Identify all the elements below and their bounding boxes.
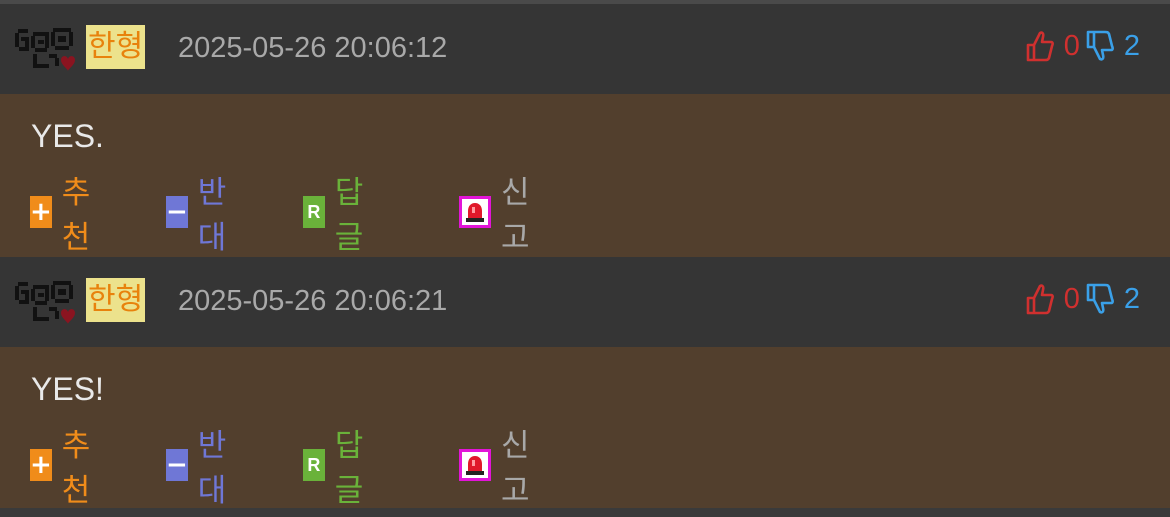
- reply-button[interactable]: R 답글: [303, 428, 374, 509]
- vote-counter: 0 2: [1026, 279, 1140, 319]
- thumbs-down-icon[interactable]: [1086, 282, 1114, 316]
- minus-icon: −: [166, 449, 188, 481]
- comment-text: YES!: [31, 371, 104, 407]
- reply-icon: R: [303, 196, 325, 228]
- recommend-button[interactable]: + 추천: [30, 428, 101, 509]
- oppose-label: 반대: [197, 175, 227, 256]
- comment-body: YES. + 추천 − 반대 R 답글 신고: [0, 94, 1170, 257]
- downvote-count: 2: [1123, 282, 1140, 315]
- reply-icon: R: [303, 449, 325, 481]
- thumbs-up-icon[interactable]: [1026, 282, 1054, 316]
- report-label: 신고: [501, 428, 530, 509]
- thumbs-up-icon[interactable]: [1026, 29, 1054, 63]
- recommend-label: 추천: [61, 428, 91, 509]
- thumbs-down-icon[interactable]: [1086, 29, 1114, 63]
- comment-item: 한형 2025-05-26 20:06:21 0 2 YES! + 추천 − 반…: [0, 257, 1170, 510]
- nickname-badge[interactable]: 한형: [86, 278, 146, 322]
- oppose-button[interactable]: − 반대: [166, 428, 237, 509]
- report-button[interactable]: 신고: [459, 175, 530, 256]
- comment-body: YES! + 추천 − 반대 R 답글 신고: [0, 347, 1170, 510]
- reply-label: 답글: [334, 428, 364, 509]
- nickname-badge[interactable]: 한형: [86, 25, 146, 69]
- comment-header: 한형 2025-05-26 20:06:21 0 2: [0, 257, 1170, 347]
- avatar[interactable]: [15, 26, 77, 74]
- comment-timestamp: 2025-05-26 20:06:12: [178, 32, 448, 64]
- report-label: 신고: [501, 175, 530, 256]
- avatar[interactable]: [15, 279, 77, 327]
- comment-text: YES.: [31, 118, 104, 154]
- upvote-count: 0: [1063, 282, 1080, 315]
- downvote-count: 2: [1123, 29, 1140, 62]
- upvote-count: 0: [1063, 29, 1080, 62]
- oppose-label: 반대: [197, 428, 227, 509]
- recommend-button[interactable]: + 추천: [30, 175, 101, 256]
- oppose-button[interactable]: − 반대: [166, 175, 237, 256]
- plus-icon: +: [30, 449, 52, 481]
- report-button[interactable]: 신고: [459, 428, 530, 509]
- comment-item: 한형 2025-05-26 20:06:12 0 2 YES. + 추천 − 반…: [0, 4, 1170, 257]
- siren-icon: [459, 449, 491, 481]
- siren-icon: [459, 196, 491, 228]
- plus-icon: +: [30, 196, 52, 228]
- comment-timestamp: 2025-05-26 20:06:21: [178, 285, 448, 317]
- vote-counter: 0 2: [1026, 26, 1140, 66]
- comment-header: 한형 2025-05-26 20:06:12 0 2: [0, 4, 1170, 94]
- minus-icon: −: [166, 196, 188, 228]
- reply-button[interactable]: R 답글: [303, 175, 374, 256]
- recommend-label: 추천: [61, 175, 91, 256]
- reply-label: 답글: [334, 175, 364, 256]
- bottom-divider: [0, 508, 1170, 517]
